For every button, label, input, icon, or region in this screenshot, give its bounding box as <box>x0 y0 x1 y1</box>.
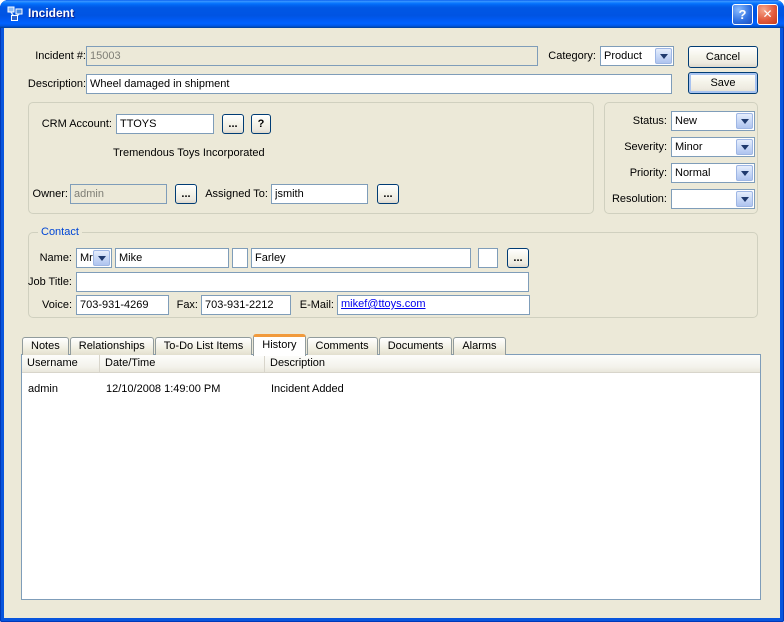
fax-label: Fax: <box>176 299 198 311</box>
name-prefix-select[interactable]: Mr <box>76 248 112 268</box>
column-header-description[interactable]: Description <box>265 355 760 373</box>
category-label: Category: <box>548 50 596 62</box>
voice-input[interactable] <box>76 295 169 315</box>
status-value: New <box>675 115 698 127</box>
history-list-header: Username Date/Time Description <box>22 355 760 373</box>
tab-notes[interactable]: Notes <box>22 337 69 355</box>
chevron-down-icon <box>659 54 668 59</box>
chevron-down-icon <box>97 256 106 261</box>
fax-input[interactable] <box>201 295 291 315</box>
app-icon <box>7 6 23 22</box>
help-button[interactable]: ? <box>732 4 753 25</box>
tab-alarms[interactable]: Alarms <box>453 337 506 355</box>
owner-browse-button[interactable]: ... <box>175 184 197 204</box>
history-row[interactable]: admin 12/10/2008 1:49:00 PM Incident Add… <box>22 381 760 397</box>
job-title-input[interactable] <box>76 272 529 292</box>
assigned-to-browse-button[interactable]: ... <box>377 184 399 204</box>
severity-label: Severity: <box>624 141 667 153</box>
window-title: Incident <box>28 6 75 20</box>
status-label: Status: <box>632 115 667 127</box>
chevron-down-icon <box>740 197 749 202</box>
history-list: Username Date/Time Description admin 12/… <box>21 354 761 600</box>
job-title-label: Job Title: <box>27 276 72 288</box>
crm-account-browse-button[interactable]: ... <box>222 114 244 134</box>
resolution-select[interactable] <box>671 189 755 209</box>
name-prefix-value: Mr <box>80 252 93 264</box>
chevron-down-icon <box>740 145 749 150</box>
tab-relationships[interactable]: Relationships <box>69 337 154 355</box>
resolution-value <box>675 192 736 206</box>
column-header-username[interactable]: Username <box>22 355 100 373</box>
incident-number-label: Incident #: <box>35 50 86 62</box>
name-suffix-input[interactable] <box>478 248 498 268</box>
priority-value: Normal <box>675 167 711 179</box>
category-value: Product <box>604 50 642 62</box>
chevron-down-icon <box>740 171 749 176</box>
priority-select[interactable]: Normal <box>671 163 755 183</box>
assigned-to-input[interactable] <box>271 184 368 204</box>
email-input[interactable]: mikef@ttoys.com <box>337 295 530 315</box>
cell-datetime: 12/10/2008 1:49:00 PM <box>106 383 221 395</box>
close-button[interactable]: ✕ <box>757 4 778 25</box>
incident-number-input <box>86 46 538 66</box>
first-name-input[interactable] <box>115 248 229 268</box>
tab-documents[interactable]: Documents <box>378 337 453 355</box>
assigned-to-label: Assigned To: <box>205 188 268 200</box>
resolution-dropdown-arrow[interactable] <box>736 191 753 207</box>
category-select[interactable]: Product <box>600 46 674 66</box>
severity-value: Minor <box>675 141 703 153</box>
crm-account-help-button[interactable]: ? <box>251 114 271 134</box>
cell-description: Incident Added <box>271 383 344 395</box>
dialog-body: Incident #: Category: Product Cancel Des… <box>4 28 780 618</box>
priority-dropdown-arrow[interactable] <box>736 165 753 181</box>
contact-name-label: Name: <box>39 252 72 264</box>
status-select[interactable]: New <box>671 111 755 131</box>
column-header-datetime[interactable]: Date/Time <box>100 355 265 373</box>
crm-account-display-name: Tremendous Toys Incorporated <box>113 147 265 159</box>
cancel-button[interactable]: Cancel <box>688 46 758 68</box>
priority-label: Priority: <box>629 167 667 179</box>
last-name-input[interactable] <box>251 248 471 268</box>
owner-label: Owner: <box>32 188 68 200</box>
tab-todo-list-items[interactable]: To-Do List Items <box>154 337 253 355</box>
chevron-down-icon <box>740 119 749 124</box>
resolution-label: Resolution: <box>611 193 667 205</box>
category-dropdown-arrow[interactable] <box>655 48 672 64</box>
crm-account-label: CRM Account: <box>41 118 112 130</box>
tab-history[interactable]: History <box>253 334 306 356</box>
email-label: E-Mail: <box>299 299 334 311</box>
email-link[interactable]: mikef@ttoys.com <box>341 298 426 310</box>
voice-label: Voice: <box>42 299 72 311</box>
status-dropdown-arrow[interactable] <box>736 113 753 129</box>
severity-select[interactable]: Minor <box>671 137 755 157</box>
prefix-dropdown-arrow[interactable] <box>93 250 110 266</box>
titlebar[interactable]: Incident ? ✕ <box>0 0 784 28</box>
severity-dropdown-arrow[interactable] <box>736 139 753 155</box>
tab-strip: Notes Relationships To-Do List Items His… <box>22 333 507 356</box>
owner-input <box>70 184 167 204</box>
middle-initial-input[interactable] <box>232 248 248 268</box>
contact-browse-button[interactable]: ... <box>507 248 529 268</box>
incident-window: Incident ? ✕ Incident #: Category: Produ… <box>0 0 784 622</box>
tab-comments[interactable]: Comments <box>306 337 378 355</box>
crm-account-input[interactable] <box>116 114 214 134</box>
cell-username: admin <box>28 383 58 395</box>
save-button[interactable]: Save <box>688 72 758 94</box>
contact-group-title: Contact <box>38 225 82 239</box>
description-label: Description: <box>27 78 86 90</box>
description-input[interactable] <box>86 74 672 94</box>
